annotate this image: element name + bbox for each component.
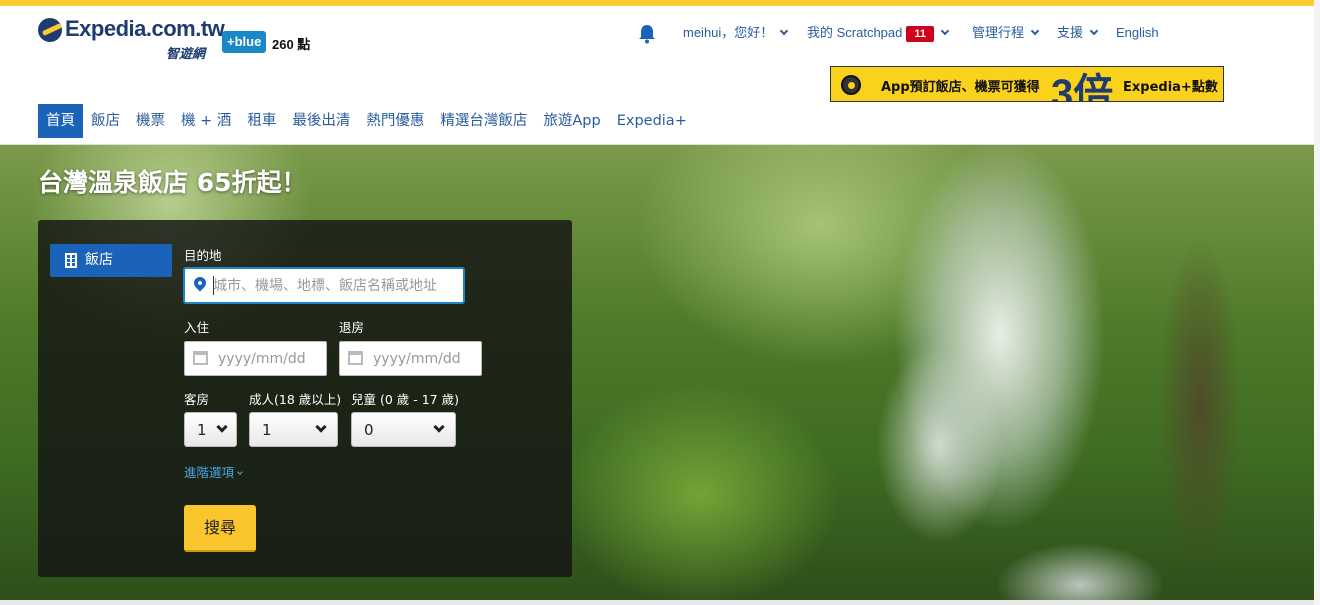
chevron-down-icon [315,421,327,433]
rooms-value: 1 [197,421,207,439]
scratchpad-count-badge: 11 [906,26,935,42]
checkout-field[interactable] [339,341,482,376]
globe-icon [38,18,62,42]
blue-tier-badge[interactable]: +blue [222,31,267,53]
checkin-label: 入住 [184,320,210,335]
nav-cars[interactable]: 租車 [239,104,284,138]
logo-text: Expedia.com.tw [65,16,225,41]
chevron-down-icon [780,26,789,36]
promo-points-text: Expedia+點數 [1123,80,1218,95]
chevron-down-icon [1030,26,1040,36]
manage-trips-label: 管理行程 [972,25,1025,40]
nav-taiwan-hotels[interactable]: 精選台灣飯店 [432,104,535,138]
calendar-icon [193,351,208,365]
adults-value: 1 [262,421,272,439]
expedia-logo[interactable]: Expedia.com.tw 智遊網 [38,16,225,62]
nav-home[interactable]: 首頁 [38,104,83,138]
chevron-down-icon [216,421,228,433]
advanced-options-label: 進階選項 [184,465,235,480]
top-accent-bar [0,0,1314,6]
chevron-down-icon [433,421,445,433]
text-cursor [213,276,214,295]
bell-icon[interactable] [638,24,656,44]
nav-deals[interactable]: 熱門優惠 [358,104,432,138]
checkout-input[interactable] [373,342,478,375]
search-panel: 飯店 目的地 入住 退房 客房 成人(18 歲以上) 兒童 (0 歲 - 17 … [38,220,572,577]
app-promo-banner[interactable]: App預訂飯店、機票可獲得 3倍 Expedia+點數 [830,66,1224,102]
main-nav: 首頁 飯店 機票 機 + 酒 租車 最後出清 熱門優惠 精選台灣飯店 旅遊App… [38,104,695,138]
support-label: 支援 [1057,25,1084,40]
chevron-down-icon [940,26,950,36]
checkout-label: 退房 [339,320,365,335]
map-pin-icon [191,274,209,292]
nav-last-minute[interactable]: 最後出清 [284,104,358,138]
adults-label: 成人(18 歲以上) [249,392,342,407]
rooms-select[interactable]: 1 [184,412,237,447]
language-link[interactable]: English [1116,24,1159,42]
children-select[interactable]: 0 [351,412,456,447]
page-bottom-band [0,600,1314,605]
promo-text: App預訂飯店、機票可獲得 [881,80,1040,95]
rooms-label: 客房 [184,392,210,407]
nav-flight-hotel[interactable]: 機 + 酒 [173,104,239,138]
adults-select[interactable]: 1 [249,412,338,447]
destination-input[interactable] [213,269,461,302]
manage-trips-menu[interactable]: 管理行程 [972,24,1040,42]
nav-flights[interactable]: 機票 [128,104,173,138]
scratchpad-menu[interactable]: 我的 Scratchpad 11 [807,24,950,42]
advanced-options-link[interactable]: 進階選項 [184,462,243,481]
double-chevron-down-icon [237,469,243,475]
chevron-down-icon [1089,26,1099,36]
scrollbar[interactable] [1314,0,1320,605]
logo-subtitle: 智遊網 [166,47,206,62]
tab-hotels[interactable]: 飯店 [50,244,172,277]
children-value: 0 [364,421,374,439]
checkin-field[interactable] [184,341,327,376]
points-balance: 260 點 [272,37,311,52]
support-menu[interactable]: 支援 [1057,24,1099,42]
building-icon [65,253,77,268]
destination-field[interactable] [183,267,465,304]
hero-title: 台灣溫泉飯店 65折起！ [38,168,307,197]
scratchpad-label: 我的 Scratchpad [807,25,903,40]
greeting-text: meihui，您好！ [683,25,774,40]
destination-label: 目的地 [184,248,222,263]
search-button[interactable]: 搜尋 [184,505,256,552]
tab-hotels-label: 飯店 [85,252,113,268]
calendar-icon [348,351,363,365]
checkin-input[interactable] [218,342,323,375]
account-menu[interactable]: meihui，您好！ [683,24,789,42]
promo-multiplier: 3倍 [1051,72,1114,102]
nav-app[interactable]: 旅遊App [535,104,608,138]
app-icon [841,75,861,95]
nav-expedia-plus[interactable]: Expedia+ [609,104,695,138]
nav-hotels[interactable]: 飯店 [83,104,128,138]
children-label: 兒童 (0 歲 - 17 歲) [351,392,459,407]
hero-banner: 台灣溫泉飯店 65折起！ 飯店 目的地 入住 退房 客房 成人(18 歲以上) … [0,145,1314,600]
